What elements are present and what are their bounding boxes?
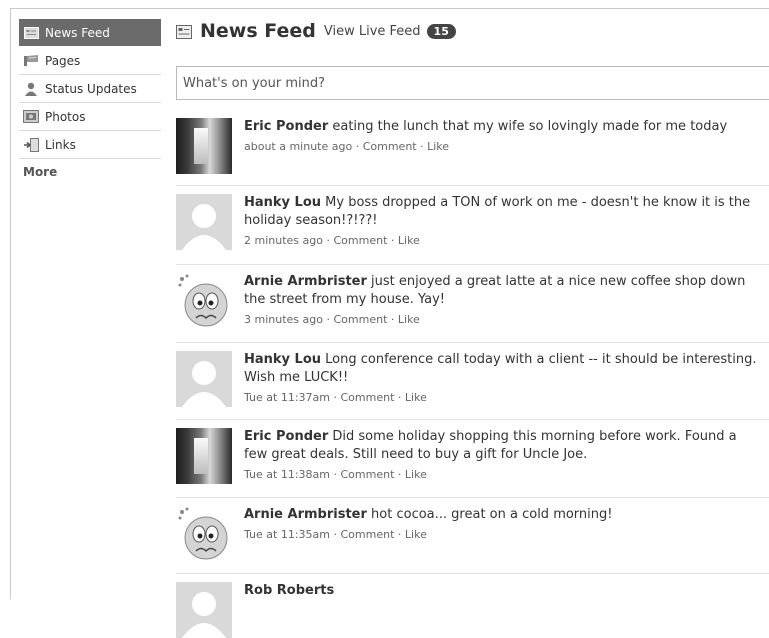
feed-story: Eric Ponder Did some holiday shopping th… [176, 420, 769, 498]
sidebar-more-link[interactable]: More [19, 159, 161, 185]
avatar[interactable] [176, 118, 232, 174]
worried-face-icon [178, 507, 228, 560]
status-updates-icon [23, 82, 39, 96]
avatar[interactable] [176, 582, 232, 638]
links-icon [23, 137, 39, 152]
story-timestamp[interactable]: Tue at 11:35am [244, 528, 330, 541]
story-author-link[interactable]: Hanky Lou [244, 352, 321, 367]
sidebar-item-status-updates[interactable]: Status Updates [19, 75, 161, 103]
story-timestamp[interactable]: Tue at 11:37am [244, 391, 330, 404]
feed-story: Arnie Armbrister just enjoyed a great la… [176, 265, 769, 343]
page-title: News Feed [200, 20, 316, 42]
sidebar-item-label: News Feed [45, 25, 110, 40]
feed-story: Hanky Lou My boss dropped a TON of work … [176, 186, 769, 265]
story-author-link[interactable]: Hanky Lou [244, 195, 321, 210]
sidebar-item-label: Status Updates [45, 81, 137, 96]
avatar[interactable] [176, 194, 232, 250]
story-author-link[interactable]: Rob Roberts [244, 583, 334, 598]
like-link[interactable]: Like [427, 140, 449, 153]
view-live-feed-link[interactable]: View Live Feed [324, 24, 421, 39]
comment-link[interactable]: Comment [333, 234, 387, 247]
story-text: Long conference call today with a client… [244, 352, 757, 385]
story-timestamp[interactable]: Tue at 11:38am [244, 468, 330, 481]
photos-icon [23, 110, 39, 124]
story-timestamp[interactable]: about a minute ago [244, 140, 352, 153]
sidebar-item-label: Pages [45, 53, 81, 68]
story-author-link[interactable]: Eric Ponder [244, 119, 328, 134]
avatar[interactable] [176, 273, 232, 329]
worried-face-icon [178, 274, 228, 327]
story-timestamp[interactable]: 2 minutes ago [244, 234, 323, 247]
like-link[interactable]: Like [398, 313, 420, 326]
sidebar-item-label: Photos [45, 109, 86, 124]
story-author-link[interactable]: Eric Ponder [244, 429, 328, 444]
sidebar-item-photos[interactable]: Photos [19, 103, 161, 131]
feed-story: Arnie Armbrister hot cocoa... great on a… [176, 498, 769, 574]
story-text: hot cocoa... great on a cold morning! [371, 507, 613, 522]
like-link[interactable]: Like [405, 528, 427, 541]
comment-link[interactable]: Comment [363, 140, 417, 153]
story-timestamp[interactable]: 3 minutes ago [244, 313, 323, 326]
news-feed-list: Eric Ponder eating the lunch that my wif… [176, 110, 769, 638]
feed-story: Rob Roberts [176, 574, 769, 638]
sidebar-item-label: Links [45, 137, 76, 152]
news-feed-icon [23, 26, 39, 40]
status-input[interactable]: What's on your mind? [176, 66, 769, 100]
avatar[interactable] [176, 506, 232, 562]
comment-link[interactable]: Comment [341, 468, 395, 481]
comment-link[interactable]: Comment [333, 313, 387, 326]
default-avatar-icon [176, 194, 232, 250]
default-avatar-icon [176, 351, 232, 407]
default-avatar-icon [176, 582, 232, 638]
sidebar-item-pages[interactable]: Pages [19, 47, 161, 75]
like-link[interactable]: Like [405, 391, 427, 404]
story-author-link[interactable]: Arnie Armbrister [244, 507, 367, 522]
feed-story: Eric Ponder eating the lunch that my wif… [176, 110, 769, 186]
like-link[interactable]: Like [405, 468, 427, 481]
story-text: eating the lunch that my wife so lovingl… [332, 119, 728, 134]
comment-link[interactable]: Comment [341, 391, 395, 404]
feed-header: News Feed View Live Feed 15 [176, 20, 456, 42]
sidebar-item-news-feed[interactable]: News Feed [19, 19, 161, 46]
sidebar: News Feed Pages Status Updates Photos Li… [19, 19, 161, 185]
live-feed-count-badge: 15 [426, 23, 456, 39]
story-author-link[interactable]: Arnie Armbrister [244, 274, 367, 289]
pages-icon [23, 54, 39, 68]
comment-link[interactable]: Comment [341, 528, 395, 541]
avatar[interactable] [176, 428, 232, 484]
news-feed-icon [176, 24, 192, 39]
avatar[interactable] [176, 351, 232, 407]
feed-story: Hanky Lou Long conference call today wit… [176, 343, 769, 420]
sidebar-item-links[interactable]: Links [19, 131, 161, 159]
like-link[interactable]: Like [398, 234, 420, 247]
